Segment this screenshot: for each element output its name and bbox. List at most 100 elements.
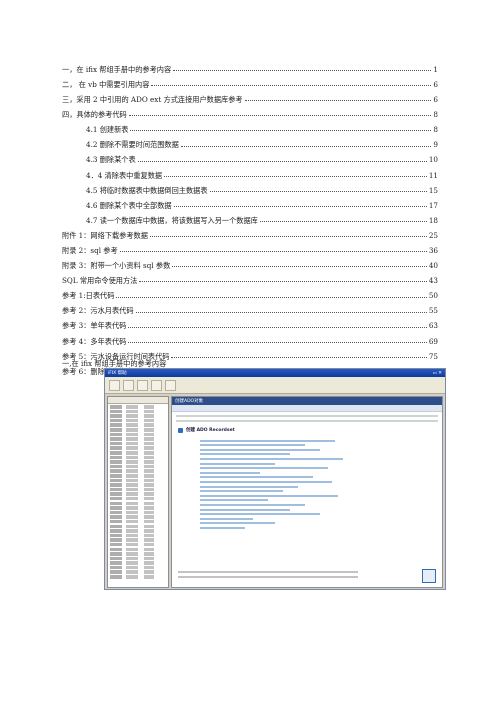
table-of-contents: 一，在 ifix 帮组手册中的参考内容 1 二， 在 vb 中需要引用内容 6 三，采用… [62, 58, 438, 375]
toc-entry[interactable]: 4.6 删除某个表中全部数据 17 [62, 194, 438, 209]
toc-entry-page: 63 [428, 321, 438, 331]
index-list-row [110, 510, 166, 515]
index-list-row [110, 451, 166, 455]
toc-leader-dots [137, 160, 427, 162]
toc-entry[interactable]: SQL 常用命令使用方法 43 [62, 269, 438, 284]
toc-entry-label: 4．4 清除表中重复数据 [86, 170, 163, 180]
toc-entry-page: 40 [428, 261, 438, 271]
toc-entry-label: 参考 3：单年表代码 [62, 321, 127, 331]
index-list-row [110, 455, 166, 460]
toc-entry-page: 1 [433, 64, 438, 74]
index-list-row [110, 441, 166, 446]
index-list-row [110, 501, 166, 506]
index-list-row [110, 529, 166, 533]
ge-logo-icon [422, 569, 436, 583]
toc-entry[interactable]: 4.7 读一个数据库中数据，将该数据写入另一个数据库 18 [62, 209, 438, 224]
toc-entry-page: 6 [433, 79, 438, 89]
code-line [200, 485, 298, 488]
index-list-row [110, 556, 166, 561]
toc-leader-dots [128, 114, 432, 117]
index-list-row [110, 492, 166, 496]
index-list-row [110, 446, 166, 450]
toc-leader-dots [172, 265, 427, 268]
code-line [200, 526, 245, 529]
options-icon [165, 379, 176, 391]
toc-entry[interactable]: 参考 5：污水设备运行时间表代码 75 [62, 345, 438, 361]
index-list-row [110, 561, 166, 565]
toc-entry[interactable]: 参考 4：多年表代码 69 [62, 330, 438, 346]
intro-text-line [176, 420, 438, 422]
toc-entry-label: 参考 4：多年表代码 [62, 336, 127, 346]
forward-icon [137, 379, 148, 391]
toc-entry-page: 36 [428, 246, 438, 256]
toc-entry[interactable]: 二， 在 vb 中需要引用内容 6 [62, 73, 438, 88]
help-window-title: iFIX 帮助 [108, 371, 127, 376]
toc-entry[interactable]: 4．4 清除表中重复数据 11 [62, 164, 438, 180]
toc-entry[interactable]: 4.2 删除不需要时间范围数据 9 [62, 133, 438, 148]
toc-entry[interactable]: 4.3 删除某个表 10 [62, 149, 438, 165]
index-list-row [110, 418, 166, 423]
index-list-row [110, 487, 166, 492]
toc-leader-dots [128, 341, 427, 343]
toc-entry-page: 50 [428, 291, 438, 301]
toc-entry-page: 15 [428, 185, 438, 195]
index-list-row [110, 542, 166, 547]
toc-entry[interactable]: 参考 3：单年表代码 63 [62, 315, 438, 331]
code-line [200, 480, 332, 483]
toc-leader-dots [151, 84, 432, 87]
code-line [200, 494, 338, 497]
toc-entry-page: 55 [428, 306, 438, 316]
toc-entry-page: 43 [428, 276, 438, 286]
toc-entry-label: 二， 在 vb 中需要引用内容 [62, 79, 150, 89]
toc-entry[interactable]: 一，在 ifix 帮组手册中的参考内容 1 [62, 58, 438, 73]
toc-entry-label: 4.6 删除某个表中全部数据 [86, 200, 172, 210]
toc-entry-label: SQL 常用命令使用方法 [62, 276, 138, 286]
code-line [200, 439, 335, 442]
index-pane-header [108, 397, 168, 404]
toc-entry[interactable]: 4.5 将临时数据表中数据倒回主数据表 15 [62, 179, 438, 195]
toc-leader-dots [173, 205, 427, 207]
help-content-title: 创建ADO对象 [172, 397, 442, 405]
toc-entry-label: 参考 1:日表代码 [62, 291, 115, 301]
toc-entry[interactable]: 参考 1:日表代码 50 [62, 284, 438, 299]
code-line [200, 457, 343, 460]
index-list-row [110, 478, 166, 483]
toc-entry-page: 8 [433, 110, 438, 120]
code-line [200, 517, 253, 520]
toc-entry-label: 4.5 将临时数据表中数据倒回主数据表 [86, 185, 208, 195]
index-list-row [110, 515, 166, 519]
toc-entry[interactable]: 附录 2：sql 参考 36 [62, 239, 438, 254]
hide-icon [109, 379, 120, 391]
toc-entry-label: 参考 2：污水月表代码 [62, 306, 134, 316]
toc-entry-label: 附件 1：网络下载参考数据 [62, 230, 148, 240]
help-content-pane: 创建ADO对象 创建 ADO Recordset [171, 396, 443, 588]
code-line [200, 490, 283, 493]
code-line [200, 522, 275, 525]
toc-entry-page: 69 [428, 336, 438, 346]
example-title: 创建 ADO Recordset [186, 428, 235, 433]
toc-entry[interactable]: 附录 3：附带一个小资料 sql 参数 40 [62, 254, 438, 269]
toc-entry-page: 8 [433, 125, 438, 135]
toc-entry-label: 4.3 删除某个表 [86, 155, 136, 165]
toc-entry[interactable]: 附件 1：网络下载参考数据 25 [62, 224, 438, 239]
index-list-row [110, 533, 166, 538]
toc-entry-label: 附录 3：附带一个小资料 sql 参数 [62, 261, 171, 271]
toc-entry-label: 4.1 创建新表 [86, 125, 129, 135]
toc-entry[interactable]: 4.1 创建新表 8 [62, 118, 438, 133]
index-list-row [110, 496, 166, 501]
toc-entry-label: 附录 2：sql 参考 [62, 246, 118, 256]
code-line [200, 508, 290, 511]
toc-entry-page: 75 [428, 351, 438, 361]
code-line [200, 471, 260, 474]
help-footer-text [178, 568, 358, 581]
index-list-row [110, 547, 166, 551]
toc-entry-label: 4.2 删除不需要时间范围数据 [86, 140, 179, 150]
code-line [200, 448, 320, 451]
window-controls-icon: ▭ ✕ [432, 370, 442, 376]
toc-entry-page: 10 [428, 155, 438, 165]
toc-entry[interactable]: 三，采用 2 中引用的 ADO ext 方式连接用户数据库参考 6 [62, 88, 438, 103]
index-list-row [110, 464, 166, 469]
toc-entry[interactable]: 参考 2：污水月表代码 55 [62, 300, 438, 316]
code-line [200, 513, 320, 516]
toc-entry[interactable]: 四，具体的参考代码 8 [62, 103, 438, 118]
